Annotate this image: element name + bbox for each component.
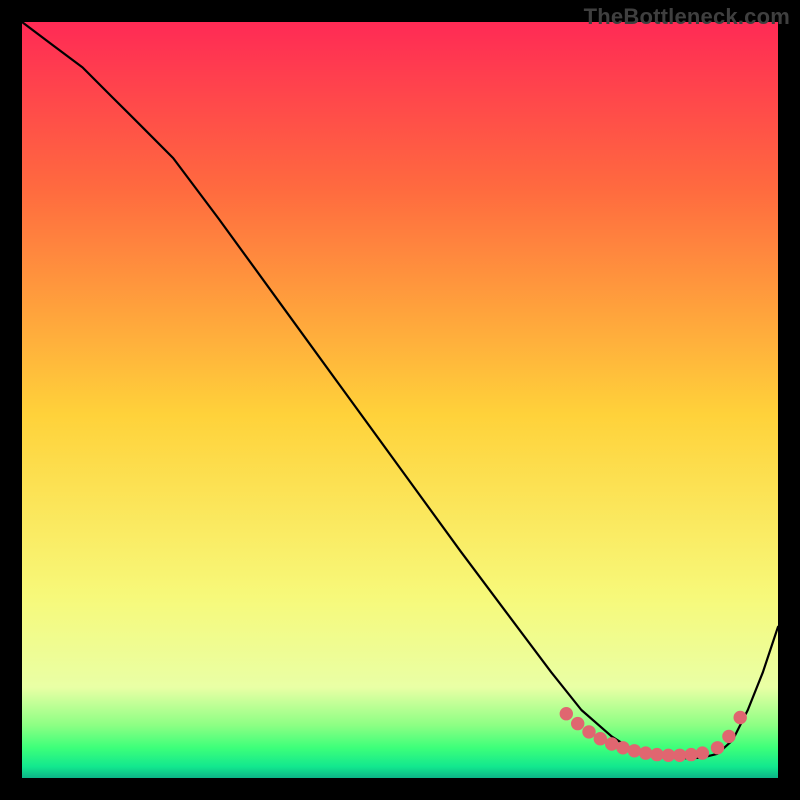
highlight-dot — [662, 749, 674, 761]
highlight-dot — [674, 749, 686, 761]
gradient-background — [22, 22, 778, 778]
highlight-dot — [606, 738, 618, 750]
highlight-dot — [628, 745, 640, 757]
highlight-dot — [617, 742, 629, 754]
highlight-dot — [572, 717, 584, 729]
watermark-text: TheBottleneck.com — [584, 4, 790, 30]
plot-area — [22, 22, 778, 778]
highlight-dot — [560, 708, 572, 720]
highlight-dot — [723, 730, 735, 742]
highlight-dot — [640, 747, 652, 759]
highlight-dot — [583, 726, 595, 738]
highlight-dot — [711, 742, 723, 754]
plot-svg — [22, 22, 778, 778]
chart-frame: TheBottleneck.com — [0, 0, 800, 800]
highlight-dot — [696, 747, 708, 759]
highlight-dot — [734, 711, 746, 723]
highlight-dot — [594, 733, 606, 745]
highlight-dot — [685, 748, 697, 760]
highlight-dot — [651, 748, 663, 760]
